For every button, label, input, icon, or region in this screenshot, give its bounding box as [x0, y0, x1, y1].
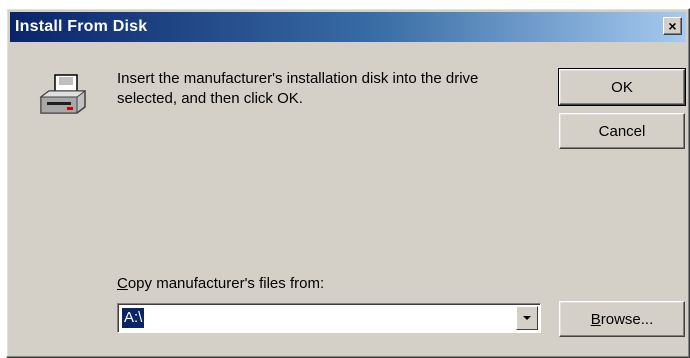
dropdown-button[interactable] — [516, 306, 538, 330]
copy-from-value[interactable]: A:\ — [122, 308, 145, 328]
copy-from-label-text: opy manufacturer's files from: — [127, 275, 325, 292]
browse-button[interactable]: Browse... — [559, 301, 685, 337]
disk-drive-icon — [39, 74, 87, 114]
copy-from-label: Copy manufacturer's files from: — [117, 275, 324, 292]
close-icon: × — [668, 18, 677, 34]
window-title: Install From Disk — [15, 18, 148, 35]
chevron-down-icon — [523, 316, 531, 320]
cancel-button[interactable]: Cancel — [559, 113, 685, 149]
browse-rest: rowse... — [600, 310, 654, 328]
browse-mnemonic: B — [590, 310, 601, 328]
install-from-disk-dialog: Install From Disk × Insert the manufactu… — [6, 8, 690, 358]
ok-button[interactable]: OK — [558, 68, 686, 106]
title-bar[interactable]: Install From Disk × — [10, 12, 686, 42]
browse-button-label: Browse... — [591, 311, 654, 328]
close-button[interactable]: × — [663, 17, 682, 35]
ok-button-label: OK — [611, 78, 633, 96]
cancel-button-label: Cancel — [598, 122, 646, 140]
copy-from-combobox[interactable]: A:\ — [117, 303, 541, 333]
instruction-text: Insert the manufacturer's installation d… — [117, 70, 479, 107]
copy-from-label-mnemonic: C — [117, 275, 128, 292]
